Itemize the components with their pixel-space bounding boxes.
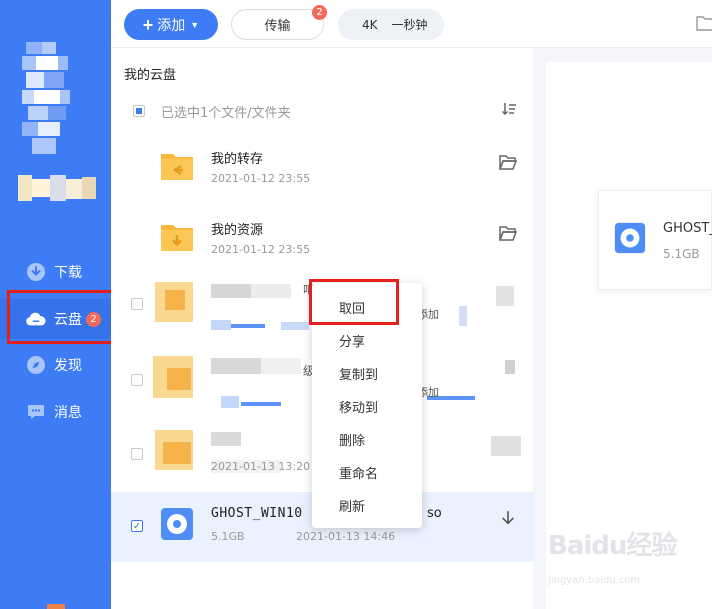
menu-item-delete[interactable]: 删除 — [312, 423, 422, 456]
menu-item-rename[interactable]: 重命名 — [312, 456, 422, 489]
sidebar-item-label: 云盘 — [54, 312, 82, 328]
file-date: 2021-01-12 23:55 — [211, 172, 311, 185]
file-name: 我的转存 — [211, 152, 264, 167]
download-icon — [26, 262, 46, 282]
file-date: 2021-01-13 14:46 — [296, 530, 396, 543]
file-row-resources[interactable]: 我的资源 2021-01-12 23:55 — [111, 205, 533, 275]
add-button[interactable]: + 添加 ▼ — [124, 9, 218, 40]
folder-outline-icon[interactable] — [696, 15, 712, 31]
promo-right-text: 一秒钟 — [391, 18, 428, 32]
folder-transfer-icon — [161, 154, 193, 180]
selection-summary-row: 已选中1个文件/文件夹 — [133, 101, 523, 121]
menu-item-copy-to[interactable]: 复制到 — [312, 357, 422, 390]
select-all-checkbox[interactable] — [133, 105, 145, 117]
sidebar: 下载 云盘 2 发现 消息 — [0, 0, 111, 609]
download-arrow-icon[interactable] — [499, 510, 517, 526]
file-date: 2021-01-12 23:55 — [211, 243, 311, 256]
top-toolbar: + 添加 ▼ 传输 2 4K 一秒钟 — [111, 0, 712, 48]
promo-left-text: 4K — [362, 17, 378, 32]
message-icon — [26, 402, 46, 422]
sidebar-item-label: 消息 — [54, 405, 82, 421]
selection-summary: 已选中1个文件/文件夹 — [161, 105, 291, 121]
row-checkbox[interactable] — [131, 298, 143, 310]
detail-card[interactable]: GHOST_ 5.1GB — [598, 190, 712, 290]
menu-item-share[interactable]: 分享 — [312, 324, 422, 357]
compass-icon — [26, 355, 46, 375]
menu-item-move-to[interactable]: 移动到 — [312, 390, 422, 423]
cloud-badge: 2 — [86, 311, 101, 327]
sort-icon[interactable] — [501, 101, 517, 117]
cloud-icon — [26, 309, 46, 329]
sidebar-item-messages[interactable]: 消息 — [0, 392, 111, 432]
transfer-button[interactable]: 传输 2 — [231, 5, 327, 40]
folder-download-icon — [161, 225, 193, 251]
menu-item-refresh[interactable]: 刷新 — [312, 489, 422, 522]
file-name: 我的资源 — [211, 223, 264, 238]
transfer-badge: 2 — [312, 5, 327, 20]
baidu-watermark: Baidu经验 jingyan.baidu.com — [548, 525, 708, 605]
file-name-tail: so — [427, 506, 442, 521]
caret-down-icon: ▼ — [190, 19, 200, 30]
sidebar-bottom-marker — [47, 604, 65, 609]
watermark-text: Baidu经验 — [548, 531, 677, 561]
detail-file-name: GHOST_ — [663, 221, 712, 236]
row-checkbox[interactable] — [131, 374, 143, 386]
sidebar-item-download[interactable]: 下载 — [0, 252, 111, 292]
row-checkbox[interactable] — [131, 448, 143, 460]
file-name: GHOST_WIN10 — [211, 506, 303, 521]
menu-item-retrieve[interactable]: 取回 — [312, 291, 422, 324]
file-row-transfer[interactable]: 我的转存 2021-01-12 23:55 — [111, 134, 533, 204]
sidebar-item-label: 下载 — [54, 265, 82, 281]
detail-file-size: 5.1GB — [663, 247, 700, 261]
sidebar-item-discover[interactable]: 发现 — [0, 345, 111, 385]
disc-image-icon — [161, 508, 193, 540]
add-button-label: 添加 — [157, 16, 186, 33]
plus-icon: + — [142, 14, 154, 35]
file-size: 5.1GB — [211, 530, 245, 543]
open-folder-icon[interactable] — [499, 154, 517, 170]
file-date-fragment: 2021-01-13 13:20 — [211, 460, 311, 473]
watermark-url: jingyan.baidu.com — [548, 575, 641, 586]
row-checkbox-checked[interactable]: ✓ — [131, 520, 143, 532]
disc-image-icon — [614, 222, 646, 254]
open-folder-icon[interactable] — [499, 225, 517, 241]
breadcrumb: 我的云盘 — [124, 68, 177, 83]
avatar[interactable] — [22, 42, 72, 160]
username-blurred — [18, 175, 98, 201]
context-menu: 取回 分享 复制到 移动到 删除 重命名 刷新 — [312, 283, 422, 528]
sidebar-item-label: 发现 — [54, 358, 82, 374]
transfer-button-label: 传输 — [264, 19, 291, 34]
promo-banner[interactable]: 4K 一秒钟 — [338, 9, 444, 40]
sidebar-item-cloud[interactable]: 云盘 2 — [0, 299, 111, 339]
